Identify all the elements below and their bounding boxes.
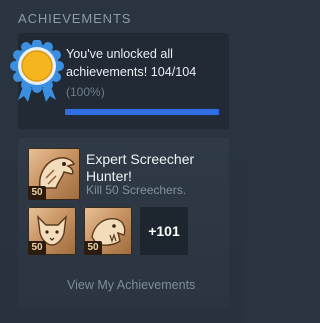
achievement-badge: 50 (28, 241, 46, 255)
achievement-progress-bar (65, 109, 219, 115)
fox-achievement-icon[interactable]: 50 (28, 207, 76, 255)
progress-fill (65, 109, 219, 115)
bird-head-achievement-icon[interactable]: 50 (28, 148, 80, 200)
gold-medal-ribbon-icon (10, 39, 64, 104)
achievement-badge: 50 (84, 241, 102, 255)
featured-achievement-name: Expert Screecher Hunter! (86, 151, 195, 184)
achievement-badge: 50 (28, 186, 46, 200)
featured-achievement-description: Kill 50 Screechers. (86, 183, 187, 197)
beast-achievement-icon[interactable]: 50 (84, 207, 132, 255)
summary-message: You've unlocked all achievements! 104/10… (66, 47, 197, 79)
achievements-panel: ACHIEVEMENTS You've unlocked all achieve… (0, 0, 245, 323)
section-title: ACHIEVEMENTS (18, 11, 132, 26)
more-achievements-count[interactable]: +101 (140, 207, 188, 255)
summary-percent: (100%) (66, 85, 105, 99)
view-my-achievements-link[interactable]: View My Achievements (67, 278, 195, 292)
